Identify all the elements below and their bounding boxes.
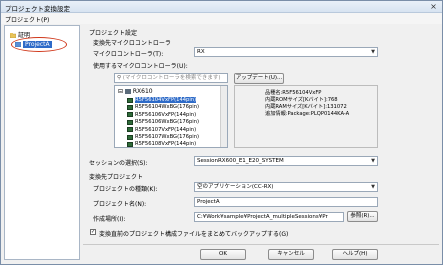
project-settings-heading: プロジェクト設定 bbox=[89, 30, 138, 37]
project-tree[interactable]: 証明 ProjectA bbox=[4, 25, 80, 260]
device-group-row[interactable]: ⊟ RX610 bbox=[118, 88, 153, 95]
cancel-button[interactable]: キャンセル bbox=[268, 249, 314, 260]
folder-icon bbox=[10, 33, 16, 38]
location-input[interactable]: C:¥Work¥sample¥ProjectA_multipleSessions… bbox=[194, 212, 344, 222]
chevron-down-icon: ▼ bbox=[371, 158, 375, 164]
location-value: C:¥Work¥sample¥ProjectA_multipleSessions… bbox=[197, 214, 328, 220]
tree-project-label: ProjectA bbox=[23, 41, 52, 48]
browse-button[interactable]: 参照(R)... bbox=[347, 211, 378, 222]
chip-icon bbox=[127, 119, 133, 125]
mcu-search-input[interactable]: ⚲ (マイクロコントローラを検索できます) bbox=[114, 73, 228, 83]
info-line: 品種名:R5F56104VxFP bbox=[265, 90, 322, 96]
device-list-item[interactable]: R5F56108VxFP(144pin) bbox=[135, 141, 196, 147]
footer-divider bbox=[83, 244, 439, 245]
mcu-search-placeholder: (マイクロコントローラを検索できます) bbox=[122, 75, 221, 81]
help-button[interactable]: ヘルプ(H) bbox=[332, 249, 378, 260]
backup-checkbox[interactable]: ✓ bbox=[90, 229, 96, 235]
project-name-label: プロジェクト名(N): bbox=[93, 201, 147, 208]
session-select-value: SessionRX600_E1_E20_SYSTEM bbox=[197, 158, 284, 164]
dialog-title: プロジェクト変換設定 bbox=[5, 5, 70, 13]
target-mcu-heading: 変換先マイクロコントローラ bbox=[93, 40, 171, 47]
chevron-down-icon: ▼ bbox=[371, 49, 375, 55]
tree-item-project[interactable]: ProjectA bbox=[15, 41, 52, 48]
dialog-window: プロジェクト変換設定 × プロジェクト(P) 証明 ProjectA プロジェク… bbox=[0, 0, 443, 265]
mcu-select-value: RX bbox=[197, 49, 205, 55]
usable-mcu-label: 使用するマイクロコントローラ(U): bbox=[93, 63, 188, 70]
session-select[interactable]: SessionRX600_E1_E20_SYSTEM ▼ bbox=[194, 156, 378, 166]
chip-group-icon bbox=[124, 89, 131, 94]
device-list-item[interactable]: R5F56107WxBG(176pin) bbox=[135, 134, 199, 140]
chip-icon bbox=[127, 134, 133, 140]
location-label: 作成場所(I): bbox=[93, 216, 126, 223]
target-project-heading: 変換先プロジェクト bbox=[89, 174, 144, 181]
device-group-label: RX610 bbox=[132, 88, 153, 95]
info-line: 内蔵ROMサイズ[Kバイト]:768 bbox=[265, 97, 338, 103]
project-type-label: プロジェクトの種類(K): bbox=[93, 186, 158, 193]
chip-icon bbox=[127, 112, 133, 118]
project-name-value: ProjectA bbox=[197, 199, 220, 205]
project-type-value: 空のアプリケーション(CC-RX) bbox=[197, 184, 274, 190]
project-type-select[interactable]: 空のアプリケーション(CC-RX) ▼ bbox=[194, 182, 378, 192]
device-list-item[interactable]: R5F56106VxFP(144pin) bbox=[135, 112, 196, 118]
device-list-item[interactable]: R5F56104VxFP(144pin) bbox=[135, 97, 197, 103]
chip-icon bbox=[127, 141, 133, 147]
project-name-input[interactable]: ProjectA bbox=[194, 197, 378, 207]
backup-checkbox-label: 変換直前のプロジェクト構成ファイルをまとめてバックアップする(G) bbox=[99, 231, 289, 238]
chip-icon bbox=[127, 97, 133, 103]
search-icon: ⚲ bbox=[117, 75, 122, 81]
collapse-icon: ⊟ bbox=[118, 88, 124, 95]
session-label: セッションの選択(S): bbox=[89, 160, 148, 167]
title-bar: プロジェクト変換設定 × bbox=[1, 1, 442, 13]
project-icon bbox=[15, 42, 21, 47]
close-icon[interactable]: × bbox=[428, 2, 439, 12]
chip-icon bbox=[127, 104, 133, 110]
chip-icon bbox=[127, 127, 133, 133]
chevron-down-icon: ▼ bbox=[371, 184, 375, 190]
device-list-scrollbar[interactable] bbox=[220, 86, 227, 147]
mcu-label: マイクロコントローラ(T): bbox=[93, 51, 164, 58]
ok-button[interactable]: OK bbox=[200, 249, 246, 260]
device-list-item[interactable]: R5F56106WxBG(176pin) bbox=[135, 119, 199, 125]
device-list-item[interactable]: R5F56104WxBG(176pin) bbox=[135, 104, 199, 110]
device-info-panel: 品種名:R5F56104VxFP 内蔵ROMサイズ[Kバイト]:768 内蔵RA… bbox=[234, 85, 378, 148]
info-line: 内蔵RAMサイズ[Kバイト]:131072 bbox=[265, 104, 347, 110]
update-button[interactable]: アップデート(U)... bbox=[234, 73, 284, 84]
menu-project[interactable]: プロジェクト(P) bbox=[5, 15, 49, 24]
info-line: 追加情報:Package:PLQP0144KA-A bbox=[265, 111, 350, 117]
device-list-item[interactable]: R5F56107VxFP(144pin) bbox=[135, 127, 196, 133]
mcu-select[interactable]: RX ▼ bbox=[194, 47, 378, 57]
menu-bar: プロジェクト(P) bbox=[1, 13, 442, 24]
mcu-device-list[interactable]: ⊟ RX610 R5F56104VxFP(144pin) R5F56104WxBG… bbox=[114, 85, 228, 148]
